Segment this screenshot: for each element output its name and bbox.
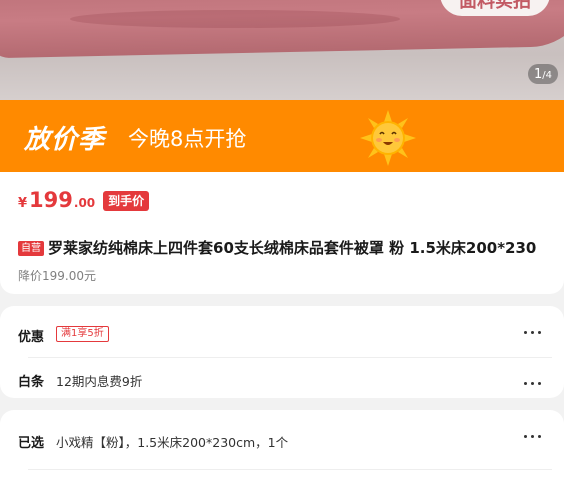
- price-row: ¥ 199 .00 到手价: [18, 188, 150, 213]
- selection-card: 已选 小戏精【粉】，1.5米床200*230cm，1个: [0, 410, 564, 479]
- product-photo-fold: [70, 10, 400, 28]
- image-pager: 1/4: [527, 64, 558, 84]
- discount-label: 优惠: [18, 330, 45, 345]
- product-title: 罗莱家纺纯棉床上四件套60支长绒棉床品套件被罩 粉 1.5米床200*230: [48, 239, 537, 257]
- baitiao-row[interactable]: 白条 12期内息费9折: [18, 369, 552, 393]
- baitiao-label: 白条: [18, 375, 45, 390]
- price-integer: 199: [29, 188, 73, 212]
- sun-mascot-icon: [360, 110, 416, 166]
- final-price-tag: 到手价: [103, 191, 150, 211]
- selected-spec: 小戏精【粉】，1.5米床200*230cm，1个: [56, 435, 289, 450]
- pager-total: 4: [545, 70, 552, 81]
- promotions-card: 优惠 满1享5折 白条 12期内息费9折: [0, 306, 564, 398]
- fabric-photo-badge: 面料实拍: [440, 0, 550, 16]
- divider: [28, 469, 552, 470]
- selected-label: 已选: [18, 436, 45, 451]
- selected-spec-row[interactable]: 已选 小戏精【粉】，1.5米床200*230cm，1个: [18, 430, 552, 454]
- product-title-row: 自营 罗莱家纺纯棉床上四件套60支长绒棉床品套件被罩 粉 1.5米床200*230: [18, 237, 558, 258]
- baitiao-text: 12期内息费9折: [56, 374, 143, 389]
- price-card: ¥ 199 .00 到手价 自营 罗莱家纺纯棉床上四件套60支长绒棉床品套件被罩 …: [0, 172, 564, 294]
- fabric-photo-badge-text: 面料实拍: [459, 0, 531, 12]
- price-currency: ¥: [18, 196, 28, 211]
- promo-name: 放价季: [24, 125, 106, 155]
- pager-current: 1: [533, 67, 543, 82]
- promo-banner[interactable]: 放价季 今晚8点开抢: [0, 100, 564, 172]
- more-icon[interactable]: [524, 381, 542, 387]
- more-icon[interactable]: [524, 434, 542, 440]
- original-price: 降价199.00元: [18, 269, 96, 283]
- self-operated-badge: 自营: [18, 241, 44, 256]
- more-icon[interactable]: [524, 330, 542, 336]
- discount-coupon[interactable]: 满1享5折: [56, 326, 109, 342]
- promo-time: 今晚8点开抢: [128, 127, 247, 151]
- divider: [28, 357, 552, 358]
- price-decimal: .00: [73, 196, 96, 210]
- product-image-gallery[interactable]: 面料实拍 1/4: [0, 0, 564, 100]
- discount-row[interactable]: 优惠 满1享5折: [18, 324, 552, 348]
